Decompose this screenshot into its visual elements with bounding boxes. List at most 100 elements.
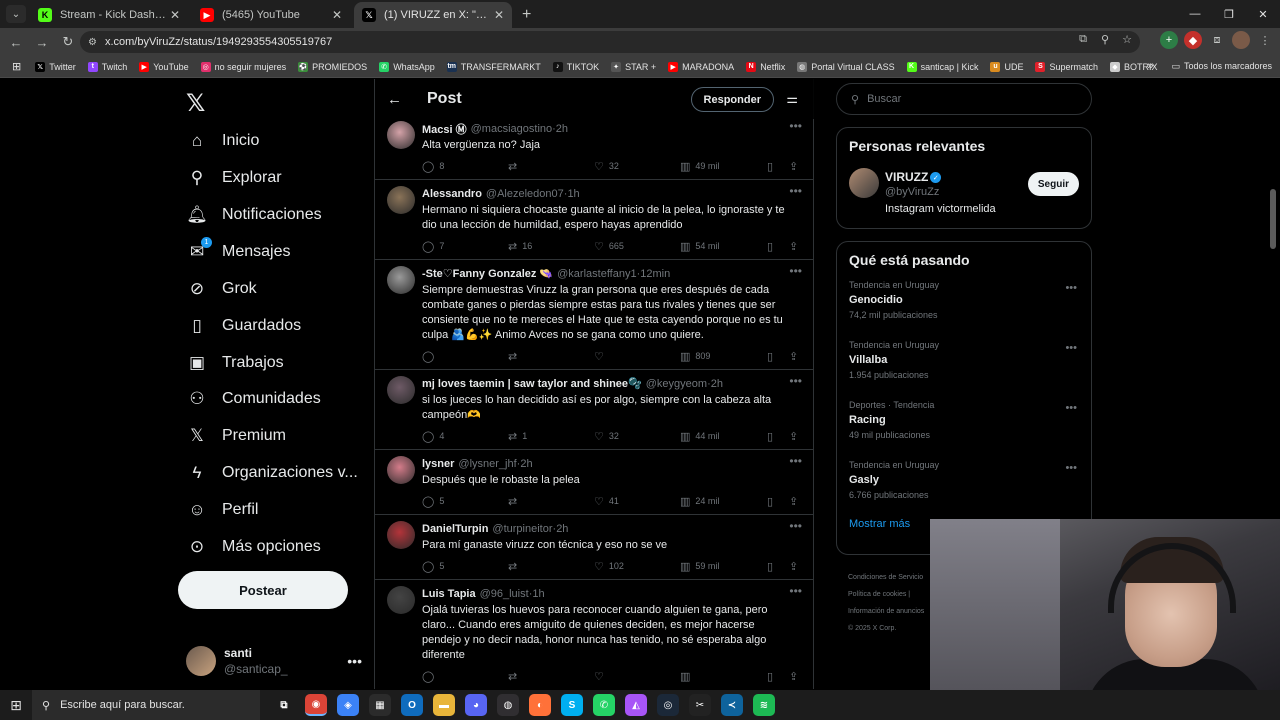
bookmark-button[interactable]: ▯ [767, 350, 778, 363]
more-options-icon[interactable]: ••• [789, 184, 802, 198]
more-options-icon[interactable]: ••• [789, 454, 802, 468]
timestamp[interactable]: 1h [532, 588, 544, 600]
skype-icon[interactable]: S [561, 694, 583, 716]
retweet-button[interactable]: ⇄ [508, 670, 522, 683]
bookmark-item[interactable]: ▶ YouTube [139, 61, 189, 72]
like-button[interactable]: ♡ 665 [594, 240, 624, 253]
timestamp[interactable]: 1h [567, 188, 579, 200]
bookmark-item[interactable]: ◍ Portal Virtual CLASS [797, 61, 895, 72]
bookmark-button[interactable]: ▯ [767, 240, 778, 253]
bookmark-item[interactable]: 𝕏 Twitter [35, 61, 76, 72]
author-handle[interactable]: @macsiagostino [471, 123, 552, 135]
reply-tweet[interactable]: lysner @lysner_jhf · 2h ••• Después que le … [375, 450, 814, 515]
share-button[interactable]: ⇪ [789, 430, 803, 443]
author-name[interactable]: DanielTurpin [422, 523, 488, 535]
trend-item[interactable]: Tendencia en Uruguay Genocidio 74,2 mil pu… [837, 270, 1091, 330]
author-name[interactable]: mj loves taemin | saw taylor and shinee🫧 [422, 377, 642, 390]
app-icon[interactable]: ◭ [625, 694, 647, 716]
trend-item[interactable]: Deportes · Tendencia Racing 49 mil publica… [837, 390, 1091, 450]
copilot-icon[interactable]: ◈ [337, 694, 359, 716]
calculator-icon[interactable]: ▦ [369, 694, 391, 716]
bookmark-button[interactable]: ▯ [767, 160, 778, 173]
taskbar-search-input[interactable]: ⚲ Escribe aquí para buscar. [32, 690, 260, 720]
avatar[interactable] [387, 586, 415, 614]
post-button[interactable]: Postear [178, 571, 348, 609]
task-view-icon[interactable]: ⧉ [273, 694, 295, 716]
browser-menu-icon[interactable]: ⋮ [1256, 31, 1274, 49]
author-name[interactable]: lysner [422, 458, 454, 470]
footer-link[interactable]: © 2025 X Corp. [848, 620, 938, 637]
footer-link[interactable]: Condiciones de Servicio [848, 569, 938, 586]
views-button[interactable]: ▥ 49 mil [680, 160, 719, 173]
reply-button[interactable]: ◯ [422, 350, 439, 363]
reply-tweet[interactable]: DanielTurpin @turpineitor · 2h ••• Para mí … [375, 515, 814, 580]
views-button[interactable]: ▥ 54 mil [680, 240, 719, 253]
like-button[interactable]: ♡ 41 [594, 495, 619, 508]
avatar[interactable] [387, 186, 415, 214]
back-arrow-icon[interactable]: ← [4, 30, 28, 54]
nav-item-organizaciones[interactable]: ϟ Organizaciones v... [186, 458, 358, 488]
new-tab-button[interactable]: + [516, 2, 537, 28]
more-options-icon[interactable]: ••• [1065, 462, 1077, 474]
more-options-icon[interactable]: ••• [789, 584, 802, 598]
account-switcher[interactable]: santi @santicap_ ••• [186, 641, 372, 681]
minimize-button[interactable]: — [1178, 0, 1212, 28]
page-scrollbar[interactable] [1270, 189, 1276, 249]
reload-icon[interactable]: ↻ [56, 30, 80, 54]
views-button[interactable]: ▥ [680, 670, 695, 683]
capcut-icon[interactable]: ✂ [689, 694, 711, 716]
site-info-icon[interactable]: ⚙ [88, 37, 97, 48]
nav-item-trabajos[interactable]: ▣ Trabajos [186, 348, 284, 378]
author-handle[interactable]: @turpineitor [492, 523, 552, 535]
bookmark-item[interactable]: S Supermatch [1035, 61, 1098, 72]
close-tab-icon[interactable]: ✕ [170, 8, 180, 22]
retweet-button[interactable]: ⇄ [508, 560, 522, 573]
close-tab-icon[interactable]: ✕ [332, 8, 342, 22]
close-window-button[interactable]: ✕ [1246, 0, 1280, 28]
more-options-icon[interactable]: ••• [789, 374, 802, 388]
search-input[interactable]: ⚲ Buscar [836, 83, 1092, 115]
more-options-icon[interactable]: ••• [1065, 402, 1077, 414]
nav-item-premium[interactable]: 𝕏 Premium [186, 421, 286, 451]
whatsapp-icon[interactable]: ✆ [593, 694, 615, 716]
share-button[interactable]: ⇪ [789, 670, 803, 683]
tab-search-button[interactable]: ⌄ [6, 5, 26, 23]
nav-item-grok[interactable]: ⊘ Grok [186, 274, 257, 304]
footer-link[interactable]: Información de anuncios [848, 603, 938, 620]
bookmark-item[interactable]: ✦ STAR + [611, 61, 656, 72]
reply-button[interactable]: ◯ 5 [422, 560, 444, 573]
bookmark-item[interactable]: ♪ TIKTOK [552, 61, 599, 72]
browser-tab[interactable]: K Stream - Kick Dashboard ✕ [30, 2, 188, 28]
reply-button[interactable]: Responder [690, 87, 774, 112]
address-bar[interactable]: ⚙ x.com/byViruZz/status/1949293554305519… [80, 31, 1140, 53]
chrome-icon[interactable]: ◉ [305, 694, 327, 716]
footer-link[interactable]: Política de cookies | [848, 586, 938, 603]
more-options-icon[interactable]: ••• [1065, 282, 1077, 294]
like-button[interactable]: ♡ 32 [594, 430, 619, 443]
author-name[interactable]: Macsi Ⓜ [422, 121, 467, 137]
back-arrow-icon[interactable]: ← [387, 91, 415, 108]
extension-red-icon[interactable]: ◆ [1184, 31, 1202, 49]
timestamp[interactable]: 2h [556, 123, 568, 135]
author-handle[interactable]: @96_luist [480, 588, 529, 600]
nav-item-perfil[interactable]: ☺ Perfil [186, 495, 258, 525]
avatar[interactable] [387, 266, 415, 294]
obs-icon[interactable]: ◍ [497, 694, 519, 716]
retweet-button[interactable]: ⇄ [508, 350, 522, 363]
share-button[interactable]: ⇪ [789, 240, 803, 253]
timestamp[interactable]: 12min [640, 268, 670, 280]
bookmark-button[interactable]: ▯ [767, 495, 778, 508]
maximize-button[interactable]: ❐ [1212, 0, 1246, 28]
more-options-icon[interactable]: ••• [789, 264, 802, 278]
author-handle[interactable]: @keygyeom [646, 378, 707, 390]
extensions-puzzle-icon[interactable]: ⧈ [1208, 31, 1226, 49]
all-bookmarks-link[interactable]: Todos los marcadores [1184, 61, 1272, 71]
zoom-icon[interactable]: ⚲ [1098, 33, 1112, 46]
bookmark-item[interactable]: ▶ MARADONA [668, 61, 734, 72]
author-name[interactable]: Luis Tapia [422, 588, 476, 600]
reply-button[interactable]: ◯ [422, 670, 439, 683]
retweet-button[interactable]: ⇄ 16 [508, 240, 532, 253]
nav-item-explorar[interactable]: ⚲ Explorar [186, 163, 282, 193]
more-options-icon[interactable]: ••• [1065, 342, 1077, 354]
nav-item-guardados[interactable]: ▯ Guardados [186, 311, 301, 341]
